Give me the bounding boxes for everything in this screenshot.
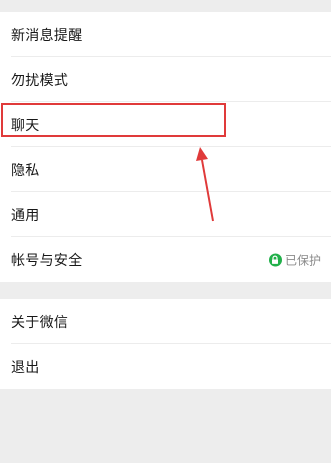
settings-item-privacy[interactable]: 隐私 — [0, 147, 331, 192]
settings-item-chat[interactable]: 聊天 — [0, 102, 331, 147]
settings-item-account-security[interactable]: 帐号与安全 已保护 — [0, 237, 331, 282]
protection-status-text: 已保护 — [284, 253, 321, 267]
settings-item-logout[interactable]: 退出 — [0, 344, 331, 389]
settings-item-label: 通用 — [11, 207, 40, 224]
settings-item-about-wechat[interactable]: 关于微信 — [0, 299, 331, 344]
settings-item-label: 勿扰模式 — [11, 72, 69, 89]
settings-item-label: 新消息提醒 — [11, 27, 83, 44]
settings-item-label: 帐号与安全 — [11, 252, 83, 269]
settings-item-general[interactable]: 通用 — [0, 192, 331, 237]
settings-item-label: 关于微信 — [11, 314, 69, 331]
settings-item-label: 退出 — [11, 359, 40, 376]
protection-status-badge: 已保护 — [268, 251, 321, 268]
settings-group-primary: 新消息提醒 勿扰模式 聊天 隐私 通用 帐号与安全 已保护 — [0, 12, 331, 282]
settings-item-label: 隐私 — [11, 162, 40, 179]
settings-item-new-message-notification[interactable]: 新消息提醒 — [0, 12, 331, 57]
lock-icon — [268, 253, 282, 266]
settings-item-do-not-disturb[interactable]: 勿扰模式 — [0, 57, 331, 102]
settings-item-label: 聊天 — [11, 117, 40, 134]
settings-group-secondary: 关于微信 退出 — [0, 299, 331, 389]
